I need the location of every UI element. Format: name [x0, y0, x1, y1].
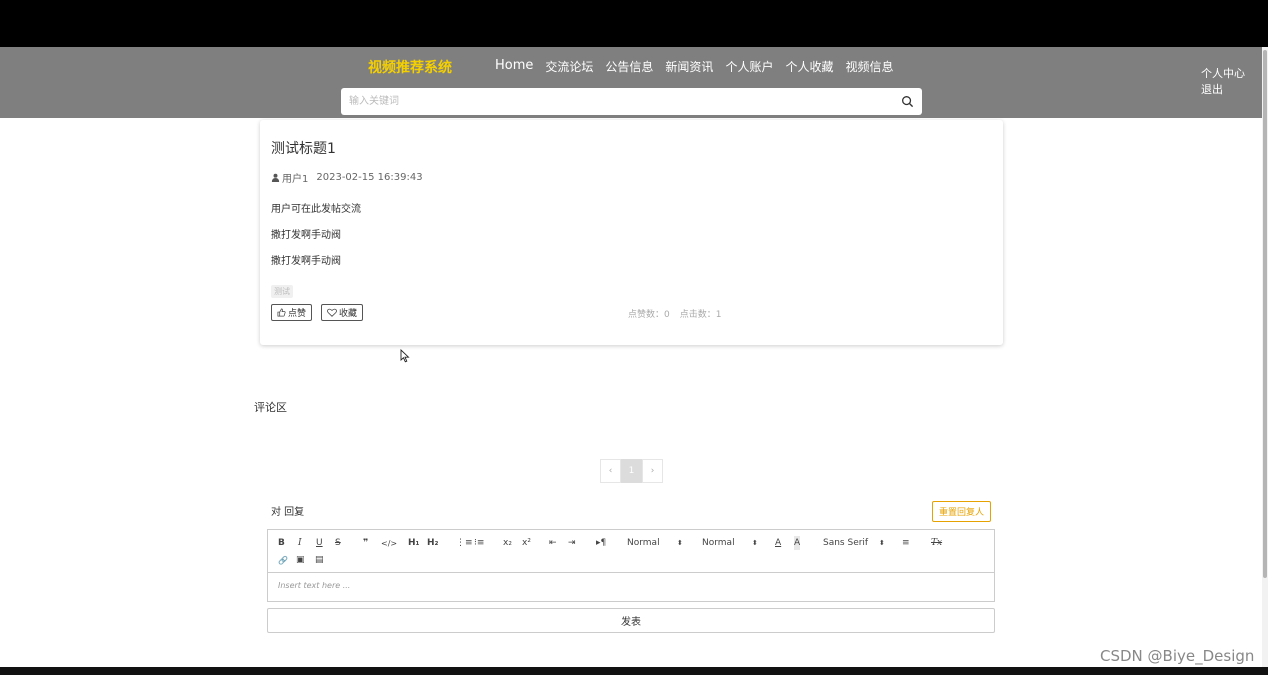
reply-target-label: 对 回复 [271, 507, 305, 518]
nav-forum[interactable]: 交流论坛 [545, 58, 593, 75]
click-count: 点击数：1 [679, 310, 722, 320]
editor-content-area[interactable]: Insert text here ... [278, 581, 350, 590]
image-button[interactable]: ▣ [296, 553, 305, 567]
select-arrows-icon: ⬍ [879, 539, 885, 547]
superscript-button[interactable]: x² [522, 536, 531, 550]
code-button[interactable]: </> [381, 536, 397, 550]
like-label: 点赞 [288, 309, 307, 319]
bottom-black-bar [0, 667, 1268, 675]
brand-title: 视频推荐系统 [368, 60, 452, 76]
post-author: 用户1 [282, 174, 309, 185]
nav-announcements[interactable]: 公告信息 [605, 58, 653, 75]
mouse-cursor-icon [400, 349, 410, 363]
rich-text-editor: B I U S ❞ </> H₁ H₂ ⋮≡ ⁝≡ x₂ x² ⇤ ⇥ ▸¶ N… [267, 529, 995, 602]
prev-page-button[interactable]: ‹ [600, 459, 621, 483]
post-content-line: 撒打发啊手动阀 [271, 256, 341, 267]
video-button[interactable]: ▤ [315, 553, 324, 567]
comments-section-title: 评论区 [254, 401, 287, 414]
watermark-text: CSDN @Biye_Design [1100, 647, 1255, 665]
h2-button[interactable]: H₂ [427, 536, 438, 550]
post-stats: 点赞数：0 点击数：1 [628, 307, 722, 320]
main-nav: Home 交流论坛 公告信息 新闻资讯 个人账户 个人收藏 视频信息 [495, 58, 893, 75]
bullet-list-button[interactable]: ⁝≡ [474, 536, 484, 550]
logout-link[interactable]: 退出 [1201, 82, 1245, 98]
clear-format-button[interactable]: Tx [931, 536, 942, 550]
thumbs-up-icon [277, 308, 286, 317]
search-icon[interactable] [901, 95, 914, 108]
background-color-button[interactable]: A [794, 536, 801, 550]
select-arrows-icon: ⬍ [752, 539, 758, 547]
post-date: 2023-02-15 16:39:43 [316, 172, 423, 183]
font-select[interactable]: Sans Serif ⬍ [823, 536, 885, 550]
post-meta: 用户1 2023-02-15 16:39:43 [271, 170, 423, 185]
header-select[interactable]: Normal ⬍ [702, 536, 760, 550]
next-page-button[interactable]: › [642, 459, 663, 483]
outdent-button[interactable]: ⇤ [549, 536, 557, 550]
underline-button[interactable]: U [316, 536, 323, 550]
bold-button[interactable]: B [278, 536, 285, 550]
nav-news[interactable]: 新闻资讯 [665, 58, 713, 75]
search-input[interactable] [341, 88, 881, 115]
page: 视频推荐系统 Home 交流论坛 公告信息 新闻资讯 个人账户 个人收藏 视频信… [0, 47, 1268, 667]
text-direction-button[interactable]: ▸¶ [596, 536, 606, 550]
editor-toolbar: B I U S ❞ </> H₁ H₂ ⋮≡ ⁝≡ x₂ x² ⇤ ⇥ ▸¶ N… [268, 530, 994, 573]
collect-label: 收藏 [339, 309, 358, 319]
pagination: ‹ 1 › [600, 459, 663, 483]
align-button[interactable]: ≡ [902, 536, 910, 550]
user-icon [271, 173, 280, 182]
heart-icon [327, 308, 337, 317]
collect-button[interactable]: 收藏 [321, 304, 364, 321]
ordered-list-button[interactable]: ⋮≡ [456, 536, 473, 550]
reset-reply-button[interactable]: 重置回复人 [932, 501, 991, 522]
like-button[interactable]: 点赞 [271, 304, 313, 321]
user-center-link[interactable]: 个人中心 [1201, 66, 1245, 82]
post-card: 测试标题1 用户1 2023-02-15 16:39:43 用户可在此发帖交流 … [260, 120, 1003, 345]
post-content-line: 用户可在此发帖交流 [271, 204, 361, 215]
post-tag: 测试 [271, 285, 293, 298]
post-content-line: 撒打发啊手动阀 [271, 230, 341, 241]
size-select-value: Normal [627, 538, 660, 548]
scrollbar-thumb[interactable] [1263, 50, 1267, 578]
page-number-button[interactable]: 1 [621, 459, 642, 483]
like-count: 点赞数：0 [628, 310, 670, 320]
post-title: 测试标题1 [271, 141, 336, 157]
subscript-button[interactable]: x₂ [503, 536, 512, 550]
indent-button[interactable]: ⇥ [568, 536, 576, 550]
size-select[interactable]: Normal ⬍ [627, 536, 685, 550]
search-bar [341, 88, 922, 115]
nav-account[interactable]: 个人账户 [725, 58, 773, 75]
link-button[interactable]: 🔗 [278, 553, 288, 567]
submit-button[interactable]: 发表 [267, 608, 995, 633]
top-black-bar [0, 0, 1268, 47]
nav-favorites[interactable]: 个人收藏 [785, 58, 833, 75]
header: 视频推荐系统 Home 交流论坛 公告信息 新闻资讯 个人账户 个人收藏 视频信… [0, 47, 1268, 118]
h1-button[interactable]: H₁ [408, 536, 419, 550]
select-arrows-icon: ⬍ [677, 539, 683, 547]
nav-videos[interactable]: 视频信息 [845, 58, 893, 75]
nav-home[interactable]: Home [495, 58, 533, 75]
header-select-value: Normal [702, 538, 735, 548]
blockquote-button[interactable]: ❞ [363, 536, 368, 550]
strike-button[interactable]: S [335, 536, 341, 550]
font-select-value: Sans Serif [823, 538, 869, 548]
user-menu: 个人中心 退出 [1201, 66, 1245, 98]
italic-button[interactable]: I [298, 536, 302, 550]
font-color-button[interactable]: A [775, 536, 781, 550]
